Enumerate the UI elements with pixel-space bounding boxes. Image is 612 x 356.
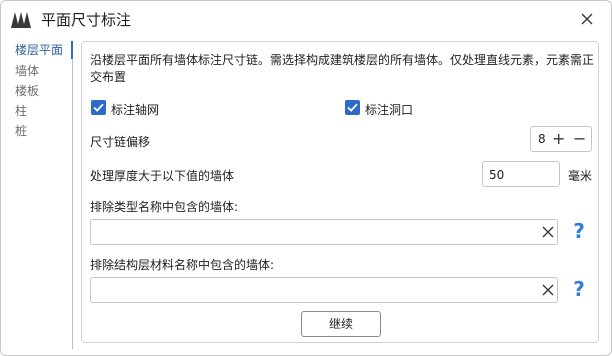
checkmark-icon [93, 103, 104, 112]
sidebar-item-slabs[interactable]: 楼板 [15, 82, 39, 100]
thickness-label: 处理厚度大于以下值的墙体 [90, 169, 235, 183]
help-icon[interactable]: ? [570, 277, 588, 301]
exclude-type-label: 排除类型名称中包含的墙体: [90, 200, 239, 214]
offset-label: 尺寸链偏移 [90, 135, 151, 149]
exclude-material-input[interactable] [90, 277, 558, 303]
dialog-title: 平面尺寸标注 [41, 11, 132, 29]
sidebar-item-columns[interactable]: 柱 [15, 102, 27, 120]
sidebar: 楼层平面 墙体 楼板 柱 桩 [1, 41, 75, 351]
app-logo-icon [11, 12, 31, 28]
openings-checkbox[interactable] [345, 100, 360, 115]
continue-button[interactable]: 继续 [301, 311, 381, 337]
title-bar: 平面尺寸标注 [1, 1, 611, 37]
plus-icon[interactable]: + [552, 130, 565, 148]
sidebar-item-piles[interactable]: 桩 [15, 122, 27, 140]
axis-checkbox[interactable] [91, 100, 106, 115]
minus-icon[interactable]: − [573, 130, 586, 148]
thickness-unit: 毫米 [568, 169, 593, 183]
settings-panel: 沿楼层平面所有墙体标注尺寸链。需选择构成建筑楼层的所有墙体。仅处理直线元素，元素… [81, 41, 599, 343]
exclude-type-input[interactable] [90, 219, 558, 245]
openings-checkbox-label: 标注洞口 [365, 103, 414, 117]
sidebar-item-walls[interactable]: 墙体 [15, 62, 39, 80]
thickness-input[interactable]: 50 [482, 161, 560, 187]
exclude-material-label: 排除结构层材料名称中包含的墙体: [90, 258, 275, 272]
sidebar-item-floor-plan[interactable]: 楼层平面 [15, 41, 63, 59]
clear-icon[interactable] [541, 225, 555, 239]
sidebar-divider [72, 59, 73, 349]
description-text: 沿楼层平面所有墙体标注尺寸链。需选择构成建筑楼层的所有墙体。仅处理直线元素，元素… [90, 53, 595, 84]
help-icon[interactable]: ? [570, 219, 588, 243]
thickness-value: 50 [489, 168, 505, 182]
sidebar-active-indicator [71, 41, 73, 59]
axis-checkbox-label: 标注轴网 [111, 103, 160, 117]
checkmark-icon [347, 103, 358, 112]
dialog-window: 平面尺寸标注 楼层平面 墙体 楼板 柱 桩 沿楼层平面所有墙体标注尺寸链。需选择… [0, 0, 612, 356]
clear-icon[interactable] [541, 283, 555, 297]
offset-stepper[interactable]: 8 + − [530, 126, 592, 152]
offset-value: 8 [538, 132, 546, 146]
close-icon[interactable] [577, 9, 597, 29]
